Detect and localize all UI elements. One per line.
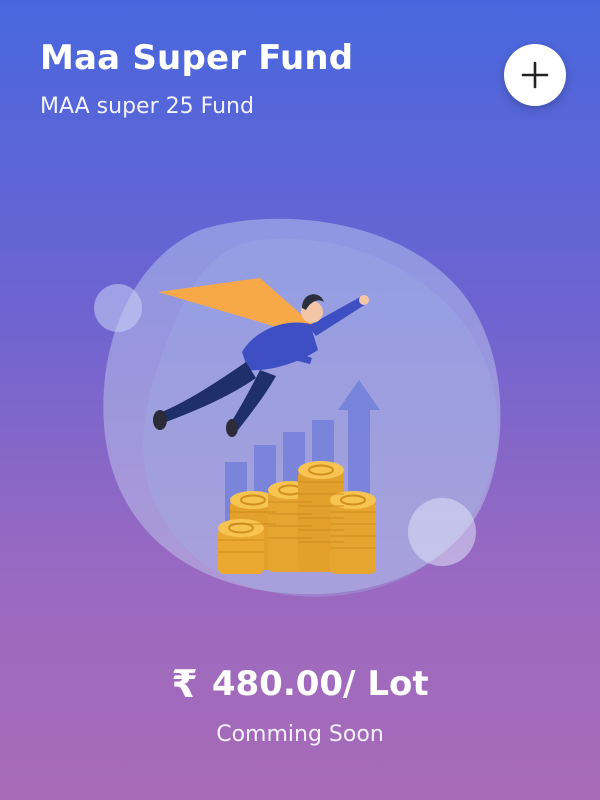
shoe [153, 410, 167, 430]
coin-stack [218, 519, 264, 574]
fund-card[interactable]: Maa Super Fund MAA super 25 Fund ₹ 480.0… [0, 0, 600, 800]
bubble-left [94, 284, 142, 332]
bubble-right [408, 498, 476, 566]
fund-subtitle: MAA super 25 Fund [40, 94, 254, 119]
rupee-icon: ₹ [171, 662, 198, 706]
price-per-lot: 480.00/ Lot [211, 664, 429, 704]
superhero-investor-illustration [94, 218, 501, 597]
price-row: ₹ 480.00/ Lot [0, 662, 600, 706]
fund-title: Maa Super Fund [40, 38, 354, 78]
plus-icon [521, 61, 549, 89]
status-text: Comming Soon [216, 722, 384, 747]
shoe [226, 419, 238, 437]
coin-stack [330, 491, 376, 574]
add-button[interactable] [504, 44, 566, 106]
